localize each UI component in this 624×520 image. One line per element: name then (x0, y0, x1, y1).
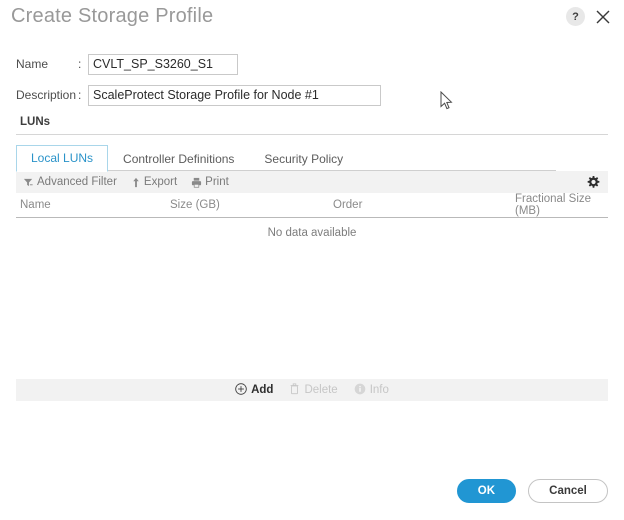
gear-icon[interactable] (587, 175, 600, 189)
table-toolbar: Advanced Filter Export Print (16, 171, 608, 193)
name-row: Name : (16, 53, 624, 75)
table-body (0, 239, 624, 379)
description-colon: : (78, 88, 82, 102)
tab-security-policy[interactable]: Security Policy (249, 146, 358, 172)
tab-controller-definitions[interactable]: Controller Definitions (108, 146, 249, 172)
filter-icon (23, 177, 34, 188)
tab-bar: Local LUNs Controller Definitions Securi… (0, 145, 624, 172)
export-label: Export (143, 176, 178, 188)
trash-icon (289, 382, 300, 398)
section-divider (16, 134, 608, 135)
table-action-bar: Add Delete Info (16, 379, 608, 401)
export-icon (131, 177, 141, 188)
column-header-fractional-size[interactable]: Fractional Size (MB) (483, 193, 608, 217)
description-input[interactable] (88, 84, 381, 106)
add-button[interactable]: Add (235, 382, 274, 398)
table-header-row: Name Size (GB) Order Fractional Size (MB… (16, 193, 608, 218)
column-header-name[interactable]: Name (16, 199, 170, 211)
info-label: Info (369, 384, 389, 396)
print-button[interactable]: Print (191, 176, 229, 188)
print-icon (191, 177, 202, 188)
luns-section-label: LUNs (20, 116, 51, 128)
info-circle-icon (354, 383, 366, 398)
description-row: Description : (16, 84, 624, 106)
delete-label: Delete (304, 384, 338, 396)
close-icon[interactable] (594, 8, 612, 26)
ok-button[interactable]: OK (456, 479, 516, 503)
name-label: Name (16, 57, 49, 71)
advanced-filter-button[interactable]: Advanced Filter (23, 176, 117, 188)
delete-button: Delete (289, 382, 338, 398)
info-button: Info (354, 383, 389, 398)
form-area: Name : Description : LUNs (0, 53, 624, 135)
name-colon: : (78, 57, 82, 71)
column-header-order[interactable]: Order (322, 199, 483, 211)
dialog-footer: OK Cancel (456, 479, 608, 503)
tab-local-luns[interactable]: Local LUNs (16, 145, 109, 172)
header-actions: ? (566, 7, 612, 26)
empty-state-message: No data available (267, 227, 357, 239)
column-header-size[interactable]: Size (GB) (170, 199, 322, 211)
plus-circle-icon (235, 382, 247, 398)
help-icon[interactable]: ? (566, 7, 585, 26)
description-label: Description (16, 88, 77, 102)
advanced-filter-label: Advanced Filter (37, 176, 117, 188)
add-label: Add (251, 384, 274, 396)
print-label: Print (205, 176, 229, 188)
page-title: Create Storage Profile (11, 5, 214, 27)
dialog-header: Create Storage Profile ? (0, 0, 624, 42)
name-input[interactable] (88, 53, 238, 75)
export-button[interactable]: Export (131, 176, 177, 188)
cancel-button[interactable]: Cancel (528, 479, 608, 503)
